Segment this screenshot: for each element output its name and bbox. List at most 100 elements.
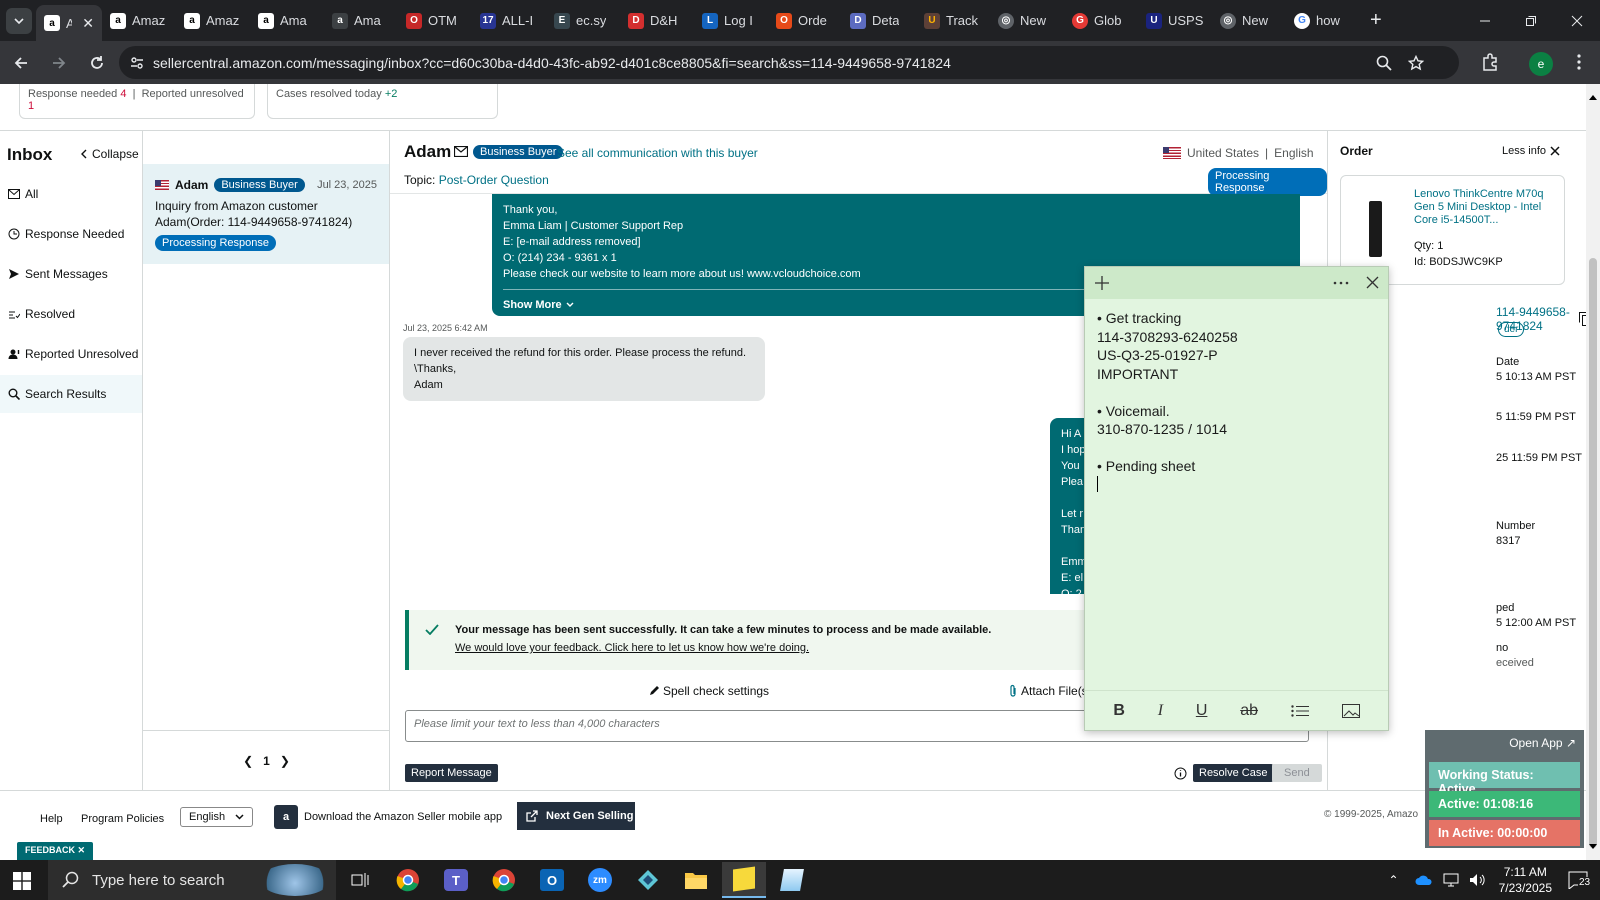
tab-amazon-2[interactable]: a Amaz xyxy=(102,0,176,41)
nav-sent-messages[interactable]: Sent Messages xyxy=(0,255,142,293)
forward-button[interactable] xyxy=(42,46,76,80)
bullet-list-icon[interactable] xyxy=(1291,704,1309,717)
resolve-case-button[interactable]: Resolve Case xyxy=(1193,764,1274,782)
tab-search-button[interactable] xyxy=(6,7,32,34)
browser-menu-button[interactable] xyxy=(1566,49,1592,75)
taskbar-app[interactable] xyxy=(626,864,670,896)
nav-reported-unresolved[interactable]: Reported Unresolved xyxy=(0,335,142,373)
clock[interactable]: 7:11 AM 7/23/2025 xyxy=(1499,864,1552,896)
close-icon[interactable] xyxy=(1366,276,1379,289)
taskbar-chrome-profile[interactable] xyxy=(482,864,526,896)
nav-resolved[interactable]: Resolved xyxy=(0,295,142,333)
underline-button[interactable]: U xyxy=(1196,702,1208,720)
amazon-app-icon: a xyxy=(274,805,298,829)
tab-17track[interactable]: 17 ALL-I xyxy=(472,0,546,41)
open-app-button[interactable]: Open App ↗ xyxy=(1509,736,1576,750)
tab-amazon-4[interactable]: a Ama xyxy=(250,0,324,41)
sticky-note-text[interactable]: • Get tracking 114-3708293-6240258 US-Q3… xyxy=(1085,299,1388,502)
feedback-link[interactable]: We would love your feedback. Click here … xyxy=(455,642,809,654)
back-button[interactable] xyxy=(4,46,38,80)
italic-button[interactable]: I xyxy=(1158,702,1163,720)
new-tab-button[interactable]: + xyxy=(1370,9,1382,32)
tab-amazon-5[interactable]: a Ama xyxy=(324,0,398,41)
strikethrough-button[interactable]: ab xyxy=(1240,702,1258,720)
chevron-up-icon[interactable]: ⌃ xyxy=(1389,873,1399,887)
taskbar-search[interactable]: Type here to search xyxy=(48,860,336,900)
tab-otm[interactable]: O OTM xyxy=(398,0,472,41)
tab-new-2[interactable]: ◎ New xyxy=(1212,0,1286,41)
tab-usps[interactable]: U USPS xyxy=(1138,0,1212,41)
network-icon[interactable] xyxy=(1443,873,1459,887)
language-select[interactable]: English xyxy=(180,807,253,827)
taskbar-outlook[interactable]: O xyxy=(530,864,574,896)
add-note-icon[interactable] xyxy=(1095,276,1109,290)
notepad-icon xyxy=(780,869,804,891)
task-view-button[interactable] xyxy=(338,864,382,896)
minimize-icon xyxy=(1480,20,1490,21)
tab-log[interactable]: L Log I xyxy=(694,0,768,41)
nav-all[interactable]: All xyxy=(0,175,142,213)
scrollbar-thumb[interactable] xyxy=(1589,258,1597,848)
taskbar-chrome[interactable] xyxy=(386,864,430,896)
taskbar-teams[interactable]: T xyxy=(434,864,478,896)
less-info-button[interactable]: Less info xyxy=(1502,145,1560,157)
tab-dh[interactable]: D D&H xyxy=(620,0,694,41)
inbox-title: Inbox xyxy=(7,145,53,164)
address-bar[interactable]: sellercentral.amazon.com/messaging/inbox… xyxy=(119,46,1459,79)
see-all-communication-link[interactable]: See all communication with this buyer xyxy=(557,146,758,160)
spell-check-button[interactable]: Spell check settings xyxy=(648,684,769,698)
reload-button[interactable] xyxy=(80,46,114,80)
image-icon[interactable] xyxy=(1341,703,1360,718)
tab-detail[interactable]: D Deta xyxy=(842,0,916,41)
tab-order[interactable]: O Orde xyxy=(768,0,842,41)
collapse-button[interactable]: Collapse xyxy=(80,147,139,161)
prev-page-button[interactable]: ❮ xyxy=(243,754,253,768)
minimize-button[interactable] xyxy=(1462,0,1508,41)
tab-amazon-active[interactable]: a A ✕ xyxy=(36,5,102,41)
taskbar-notepad[interactable] xyxy=(770,864,814,896)
nav-search-results[interactable]: Search Results xyxy=(0,375,142,413)
info-icon[interactable] xyxy=(1174,767,1187,780)
scroll-down-arrow-icon[interactable] xyxy=(1589,844,1597,850)
page-scrollbar[interactable] xyxy=(1586,84,1600,860)
profile-avatar[interactable]: e xyxy=(1529,52,1553,76)
help-link[interactable]: Help xyxy=(40,813,63,825)
taskbar-sticky-notes[interactable] xyxy=(722,862,766,898)
bold-button[interactable]: B xyxy=(1113,702,1125,720)
program-policies-link[interactable]: Program Policies xyxy=(81,813,164,825)
extensions-button[interactable] xyxy=(1477,49,1503,75)
copy-icon[interactable] xyxy=(1578,312,1586,326)
tab-ups[interactable]: U Track xyxy=(916,0,990,41)
close-tab-icon[interactable]: ✕ xyxy=(82,15,94,32)
next-page-button[interactable]: ❯ xyxy=(280,754,290,768)
start-button[interactable] xyxy=(13,872,31,890)
scroll-up-arrow-icon[interactable] xyxy=(1589,94,1597,100)
taskbar-file-explorer[interactable] xyxy=(674,864,718,896)
onedrive-icon[interactable] xyxy=(1415,874,1433,886)
site-settings-icon[interactable] xyxy=(129,55,145,71)
zoom-button[interactable] xyxy=(1371,50,1397,76)
volume-icon[interactable] xyxy=(1469,873,1485,887)
product-title-link[interactable]: Lenovo ThinkCentre M70q Gen 5 Mini Deskt… xyxy=(1414,188,1558,227)
send-button[interactable]: Send xyxy=(1272,764,1322,782)
nav-response-needed[interactable]: Response Needed xyxy=(0,215,142,253)
tab-glob[interactable]: G Glob xyxy=(1064,0,1138,41)
next-gen-selling-button[interactable]: Next Gen Selling xyxy=(517,802,635,830)
mail-icon[interactable] xyxy=(454,146,468,157)
close-window-button[interactable] xyxy=(1554,0,1600,41)
tab-new-1[interactable]: ◎ New xyxy=(990,0,1064,41)
feedback-tab[interactable]: FEEDBACK ✕ xyxy=(17,842,94,860)
attach-files-button[interactable]: Attach File(s xyxy=(1008,684,1088,698)
taskbar-zoom[interactable]: zm xyxy=(578,864,622,896)
topic-link[interactable]: Post-Order Question xyxy=(439,173,549,187)
download-app-link[interactable]: a Download the Amazon Seller mobile app xyxy=(274,805,502,829)
report-message-button[interactable]: Report Message xyxy=(405,764,498,782)
bookmark-button[interactable] xyxy=(1403,50,1429,76)
notification-center-button[interactable]: 23 xyxy=(1568,871,1592,889)
conversation-item[interactable]: Adam Business Buyer Jul 23, 2025 Inquiry… xyxy=(143,164,389,264)
more-horizontal-icon[interactable] xyxy=(1333,281,1349,285)
tab-ec[interactable]: Eec.sy xyxy=(546,0,620,41)
tab-amazon-3[interactable]: a Amaz xyxy=(176,0,250,41)
restore-button[interactable] xyxy=(1508,0,1554,41)
tab-google[interactable]: Ghow xyxy=(1286,0,1360,41)
